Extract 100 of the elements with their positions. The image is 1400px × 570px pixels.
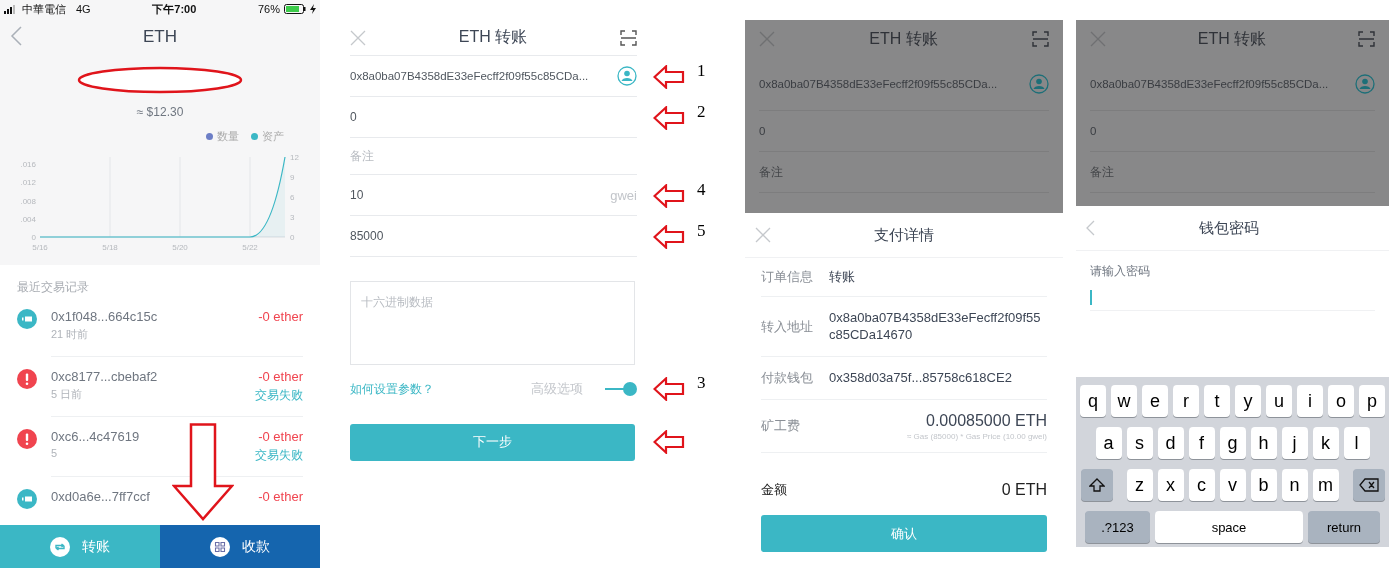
letter-key[interactable]: w [1111,385,1137,417]
delete-key[interactable] [1352,469,1385,501]
battery-percent: 76% [257,3,280,15]
close-icon [759,31,775,47]
annotation-number: 3 [697,373,706,393]
gas-price-field[interactable]: 10 [350,188,611,202]
annotation-arrow [653,64,685,89]
axis-label: 5/18 [102,243,118,252]
letter-key[interactable]: g [1219,427,1246,459]
transaction-hash: 0xc8177...cbebaf2 [51,369,158,384]
swap-icon [50,536,70,557]
letter-key[interactable]: b [1250,469,1277,501]
axis-label: 12 [290,153,299,162]
letter-key[interactable]: h [1250,427,1277,459]
detail-label: 转入地址 [761,317,814,336]
letter-key[interactable]: q [1080,385,1106,417]
annotation-arrow [653,224,685,249]
contact-icon [1029,74,1049,94]
annotation-number: 4 [697,179,706,200]
axis-label: .016 [20,160,36,170]
carrier-name: 中華電信 [22,1,66,17]
scan-icon[interactable] [620,29,637,46]
shift-key[interactable] [1080,469,1113,501]
detail-value: 0x8a0ba07B4358dE33eFecff2f09f55c85CDa14670 [829,309,1042,344]
fee-value: 0.00085000 ETH [926,411,1047,430]
annotation-arrow [653,105,685,130]
transaction-hash: 0x1f048...664c15c [51,309,158,324]
alert-icon [17,429,37,449]
letter-key[interactable]: f [1188,427,1215,459]
legend-label: 资产 [262,128,284,144]
shift-icon [1088,478,1105,492]
detail-label: 订单信息 [761,268,814,286]
annotation-arrow [653,377,685,401]
letter-key[interactable]: e [1142,385,1168,417]
letter-key[interactable]: i [1297,385,1323,417]
letter-key[interactable]: l [1343,427,1370,459]
bolt-icon [310,4,316,14]
letter-key[interactable]: d [1157,427,1184,459]
letter-key[interactable]: y [1235,385,1261,417]
close-icon [1090,31,1106,47]
letter-key[interactable]: r [1173,385,1199,417]
address-field[interactable]: 0x8a0ba07B4358dE33eFecff2f09f55c85CDa... [350,70,617,82]
clock: 下午7:00 [151,1,198,17]
transaction-time: 5 日前 [51,387,83,402]
screen-title: ETH 转账 [457,27,529,47]
total-label: 金额 [761,481,788,499]
transaction-hash: 0xd0a6e...7ff7ccf [51,489,150,504]
letter-key[interactable]: z [1126,469,1153,501]
close-icon[interactable] [755,227,771,243]
advanced-toggle[interactable] [605,381,637,397]
back-icon[interactable] [1086,220,1095,236]
section-title: 最近交易记录 [16,279,90,296]
transaction-icon [17,489,37,509]
letter-key[interactable]: j [1281,427,1308,459]
letter-key[interactable]: k [1312,427,1339,459]
annotation-number: 1 [697,60,706,81]
unit-label: gwei [610,187,637,203]
letter-key[interactable]: o [1328,385,1354,417]
letter-key[interactable]: x [1157,469,1184,501]
network-type: 4G [76,3,91,15]
transaction-amount: -0 ether [258,489,303,504]
annotation-number: 5 [697,220,706,241]
total-value: 0 ETH [1001,481,1047,499]
gas-limit-field[interactable]: 85000 [350,229,637,243]
sheet-title: 支付详情 [873,225,935,245]
return-key[interactable]: return [1308,511,1380,543]
transaction-time: 5 [51,447,58,461]
letter-key[interactable]: t [1204,385,1230,417]
close-icon[interactable] [350,29,366,46]
receive-button[interactable]: 收款 [160,525,320,568]
sheet-title: 钱包密码 [1198,218,1260,238]
transaction-status: 交易失败 [255,387,303,404]
contact-icon[interactable] [617,66,637,86]
annotation-arrow [653,183,685,208]
space-key[interactable]: space [1155,511,1303,543]
transaction-amount: -0 ether [258,429,303,444]
letter-key[interactable]: p [1359,385,1385,417]
scan-icon [1032,31,1049,47]
screen-title: ETH [143,26,177,47]
back-icon[interactable] [10,26,22,46]
screen-title: ETH 转账 [868,28,939,49]
letter-key[interactable]: s [1126,427,1153,459]
axis-label: 5/16 [32,243,48,252]
screen-title: ETH 转账 [1196,28,1268,49]
axis-label: .012 [20,178,36,188]
legend-label: 数量 [217,128,239,144]
mode-key[interactable]: .?123 [1085,511,1150,543]
letter-key[interactable]: a [1095,427,1122,459]
transaction-status: 交易失败 [255,447,303,464]
delete-icon [1358,478,1379,492]
battery-icon [284,4,306,14]
letter-key[interactable]: m [1312,469,1339,501]
letter-key[interactable]: u [1266,385,1292,417]
letter-key[interactable]: v [1219,469,1246,501]
amount-field[interactable]: 0 [350,110,637,124]
detail-value: 转账 [829,268,856,286]
transaction-hash: 0xc6...4c47619 [51,429,140,444]
letter-key[interactable]: c [1188,469,1215,501]
letter-key[interactable]: n [1281,469,1308,501]
detail-value: 0x358d03a75f...85758c618CE2 [829,369,1013,387]
